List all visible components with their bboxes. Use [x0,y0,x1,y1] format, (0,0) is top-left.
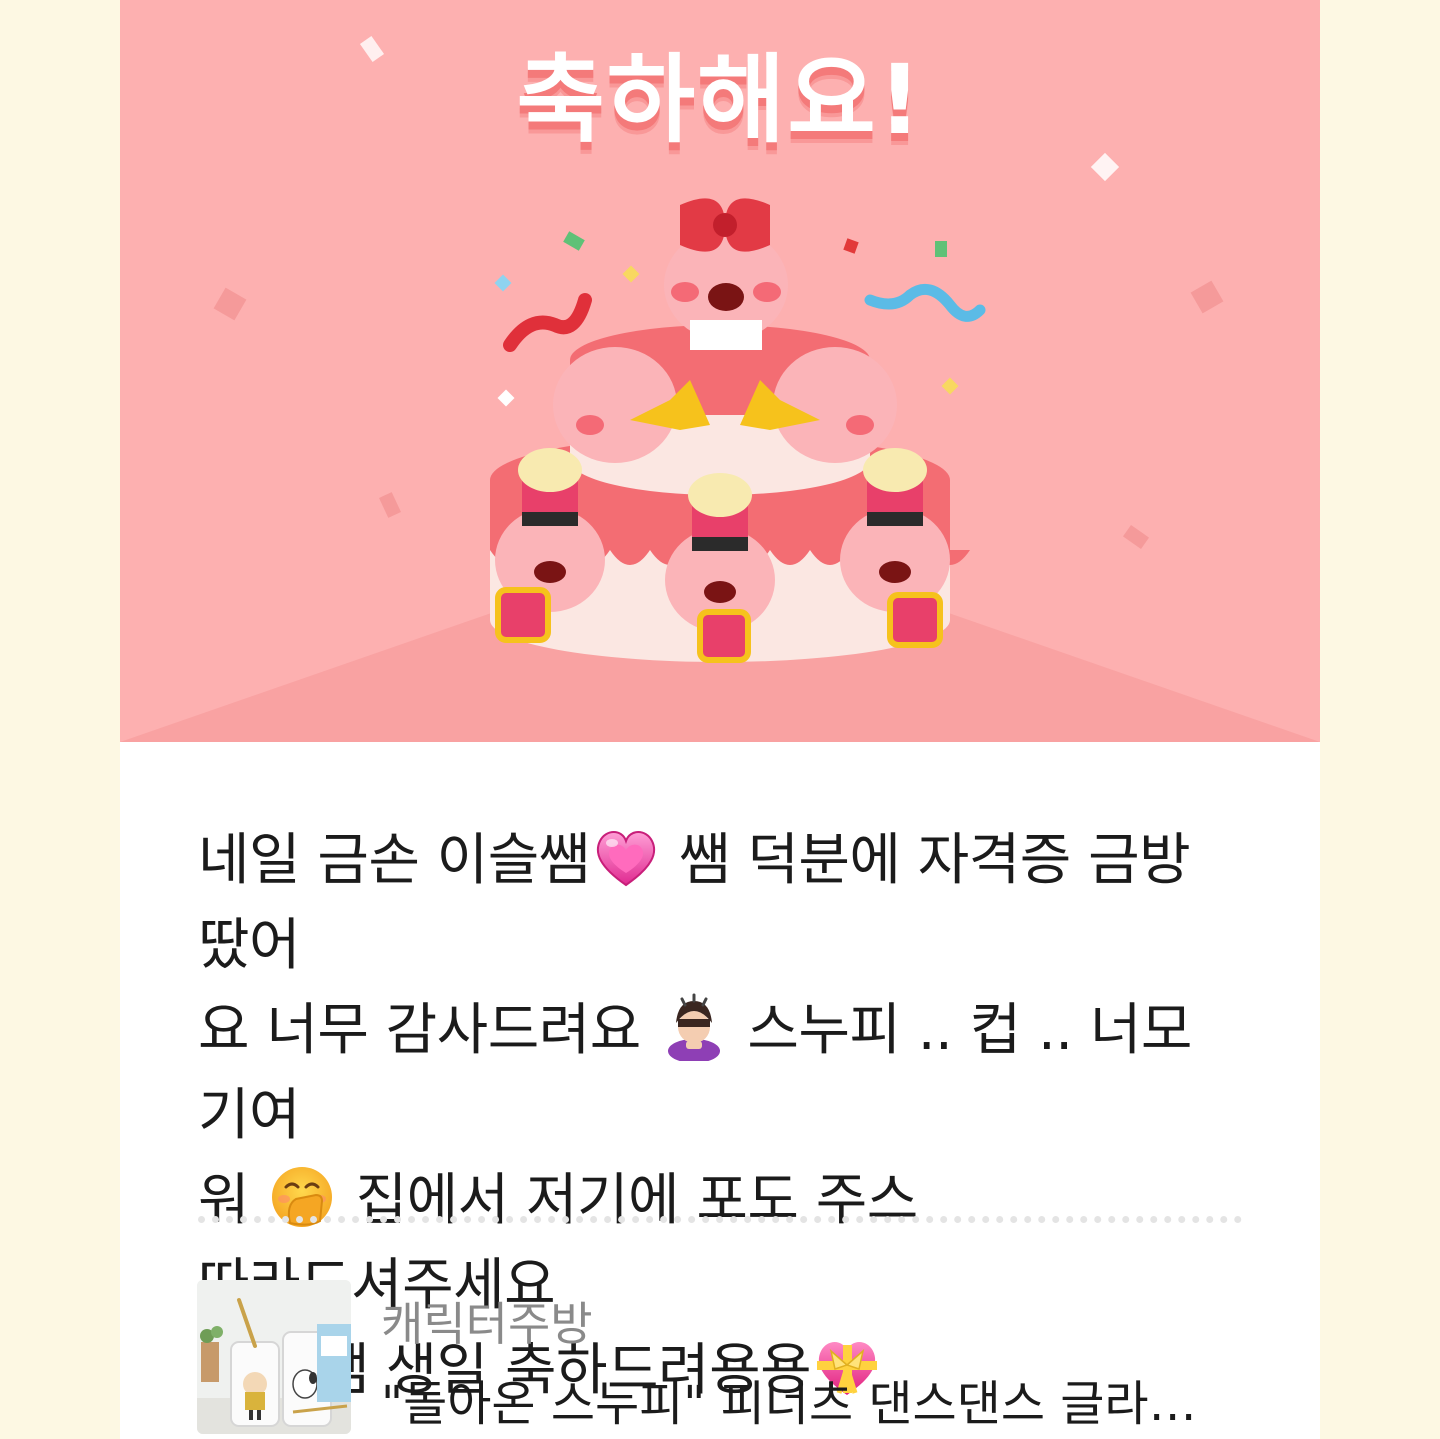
celebration-banner: 축하해요! [120,0,1320,742]
snoopy-glass-product-thumbnail-icon [197,1280,351,1434]
product-brand: 캐릭터주방 [381,1297,593,1351]
product-link[interactable]: 캐릭터주방 "돌아온 스누피" 피너츠 댄스댄스 글라… [197,1280,1257,1439]
gift-card: 축하해요! 네일 금손 이슬쌤 쌤 덕분에 자격증 금방 땄어 요 너무 감사드… [120,0,1320,1439]
message-text: 네일 금손 이슬쌤 [198,828,590,893]
person-bowing-emoji-icon [668,993,721,1061]
message-text: 워 [198,1168,267,1233]
message-text: 요 너무 감사드려요 [198,998,659,1063]
growing-heart-emoji-icon [596,831,655,887]
product-thumbnail[interactable] [197,1280,351,1434]
dotted-divider [198,1216,1242,1223]
banner-title: 축하해요! [516,44,924,156]
product-title[interactable]: "돌아온 스누피" 피너츠 댄스댄스 글라… [381,1364,1261,1434]
